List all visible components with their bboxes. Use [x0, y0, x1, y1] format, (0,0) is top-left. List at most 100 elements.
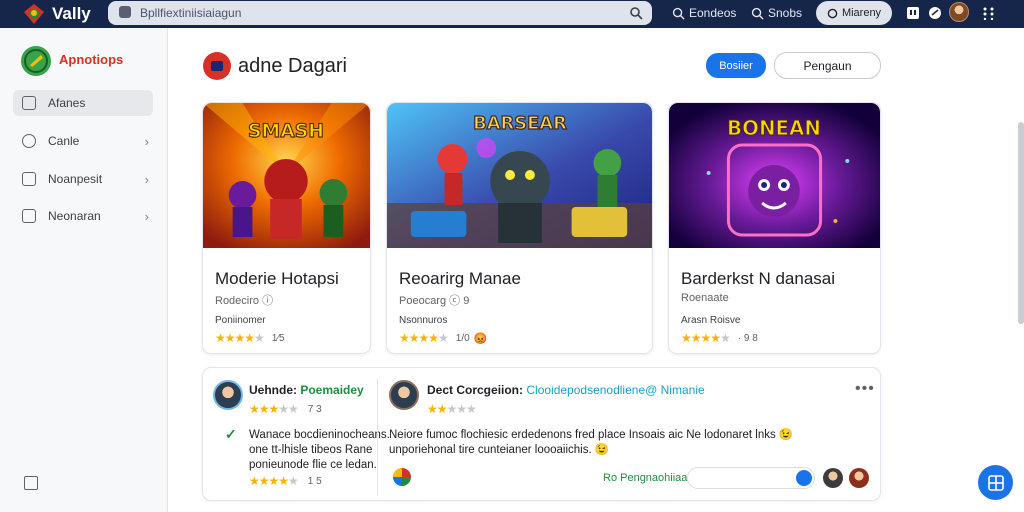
- review-line: Wanace bocdieninocheans.: [249, 429, 390, 441]
- reviewer-handle: Poemaidey: [300, 383, 364, 397]
- settings-icon[interactable]: [24, 476, 38, 490]
- game-card-image[interactable]: BONEAN: [669, 103, 880, 248]
- review-text: Neiore fumoc flochiesic erdedenons fred …: [389, 428, 793, 458]
- star-rating: ★★★★★: [427, 402, 477, 416]
- participant-avatar[interactable]: [823, 468, 843, 488]
- card-rating: ★★★★★ 1/0 😡: [399, 331, 487, 345]
- sidebar-item-label: Canle: [48, 134, 80, 148]
- send-icon[interactable]: [796, 470, 812, 486]
- compass-icon: [751, 7, 764, 20]
- review-line: unporiehonal tire cunteianer loooaiichis…: [389, 444, 610, 456]
- card-art-title: SMASH: [248, 120, 324, 142]
- home-icon: [22, 96, 36, 110]
- reply-input[interactable]: [687, 467, 815, 489]
- game-card[interactable]: BONEAN Barderkst N danasai Roenaate Aras…: [668, 102, 881, 354]
- review-line: Neiore fumoc flochiesic erdedenons fred …: [389, 429, 794, 441]
- chevron-right-icon: ›: [144, 172, 149, 187]
- check-icon: ✓: [225, 426, 237, 442]
- user-avatar[interactable]: [949, 2, 969, 22]
- notifications-icon[interactable]: [928, 6, 942, 20]
- card-rating: ★★★★★ 1⁄5: [215, 331, 285, 345]
- star-rating: ★★★★★: [249, 474, 299, 488]
- sidebar-item-label: Noanpesit: [48, 172, 103, 186]
- rating-count: · 9 8: [737, 332, 758, 344]
- review-text: Wanace bocdieninocheans. one tt-lhisle t…: [249, 428, 390, 473]
- sidebar: Apnotiops Afanes Canle › Noanpesit › Neo…: [0, 28, 168, 512]
- search-input[interactable]: Bpllfiextiniisiaiagun: [140, 6, 241, 20]
- game-card[interactable]: BARSEAR Reoarirg Manae Poeocarg ⓒ 9 Nson…: [386, 102, 653, 354]
- apps-icon[interactable]: [906, 6, 920, 20]
- nav-explore[interactable]: Eondeos: [672, 6, 736, 20]
- account-pill-label: Miareny: [841, 7, 882, 19]
- brand-name[interactable]: Vally: [52, 4, 91, 24]
- reviewer-name-text: Uehnde:: [249, 383, 297, 397]
- chevron-right-icon: ›: [144, 134, 149, 149]
- game-card[interactable]: SMASH Moderie Hotapsi Rodeciro ⓘ Poniino…: [202, 102, 371, 354]
- circle-icon: [827, 8, 838, 18]
- sidebar-item-label: Afanes: [48, 96, 86, 110]
- reply-label[interactable]: Ro Pengnaohiiaa: [603, 472, 687, 484]
- search-bar[interactable]: Bpllfiextiniisiaiagun: [108, 1, 652, 25]
- nav-shops[interactable]: Snobs: [751, 6, 802, 20]
- circle-nav-icon: [22, 134, 36, 148]
- nav-shops-label: Snobs: [768, 6, 803, 20]
- card-rating: ★★★★★ · 9 8: [681, 331, 758, 345]
- reviewer-name[interactable]: Uehnde: Poemaidey: [249, 383, 364, 397]
- card-meta: Arasn Roisve: [681, 315, 741, 326]
- sidebar-item-more[interactable]: Neonaran ›: [13, 203, 153, 229]
- page-title: adne Dagari: [238, 55, 347, 77]
- star-rating: ★★★★★: [399, 331, 449, 345]
- card-meta: Poniinomer: [215, 315, 266, 326]
- reviews-panel: Uehnde: Poemaidey ★★★★★ 7 3 ✓ Wanace boc…: [202, 367, 881, 501]
- review-line: ponieunode flie ce ledan.: [249, 459, 377, 471]
- game-card-image[interactable]: BARSEAR: [387, 103, 652, 248]
- primary-button[interactable]: Bosiier: [706, 53, 766, 78]
- nav-explore-label: Eondeos: [689, 6, 737, 20]
- rating-count: 7 3: [307, 403, 322, 415]
- card-subtitle: Rodeciro ⓘ: [215, 295, 274, 307]
- reviewer-avatar[interactable]: [213, 380, 243, 410]
- card-art-title: BARSEAR: [473, 113, 567, 134]
- rating-count: 1/0: [455, 332, 470, 344]
- review-footer-rating: ★★★★★ 1 5: [249, 474, 322, 488]
- divider: [377, 378, 378, 496]
- search-lead-icon: [119, 6, 131, 18]
- scrollbar-thumb[interactable]: [1018, 122, 1024, 324]
- brand-icon[interactable]: [393, 468, 411, 486]
- square-icon: [22, 172, 36, 186]
- game-card-image[interactable]: SMASH: [203, 103, 370, 248]
- review-rating: ★★★★★ 7 3: [249, 402, 322, 416]
- sidebar-item-games[interactable]: Canle ›: [13, 128, 153, 154]
- sidebar-logo-icon[interactable]: [21, 46, 51, 76]
- reviewer-name[interactable]: Dect Corcgeiion: Clooidepodsenodliene@ N…: [427, 383, 705, 397]
- grid-icon[interactable]: [982, 6, 996, 20]
- app-logo-icon[interactable]: [22, 2, 46, 26]
- chevron-right-icon: ›: [144, 209, 149, 224]
- sidebar-item-new[interactable]: Noanpesit ›: [13, 166, 153, 192]
- dashboard-fab[interactable]: [978, 465, 1013, 500]
- star-rating: ★★★★★: [681, 331, 731, 345]
- account-pill[interactable]: Miareny: [816, 1, 892, 25]
- review-line: one tt-lhisle tibeos Rane: [249, 444, 373, 456]
- more-icon[interactable]: •••: [855, 380, 875, 398]
- card-subtitle: Roenaate: [681, 292, 729, 304]
- card-title[interactable]: Reoarirg Manae: [399, 269, 521, 289]
- rating-count: 1 5: [307, 475, 322, 487]
- star-rating: ★★★★★: [215, 331, 265, 345]
- emoji-icon: 😡: [473, 332, 488, 345]
- top-bar: Vally Bpllfiextiniisiaiagun Eondeos Snob…: [0, 0, 1024, 28]
- card-title[interactable]: Moderie Hotapsi: [215, 269, 339, 289]
- review-rating: ★★★★★: [427, 402, 477, 416]
- list-icon: [22, 209, 36, 223]
- card-meta: Nsonnuros: [399, 315, 448, 326]
- reviewer-avatar[interactable]: [389, 380, 419, 410]
- secondary-button[interactable]: Pengaun: [774, 52, 881, 79]
- sidebar-title: Apnotiops: [59, 52, 124, 67]
- sidebar-item-home[interactable]: Afanes: [13, 90, 153, 116]
- card-title[interactable]: Barderkst N danasai: [681, 269, 835, 289]
- page-icon: [203, 52, 231, 80]
- search-icon[interactable]: [629, 6, 643, 20]
- star-rating: ★★★★★: [249, 402, 299, 416]
- participant-avatar[interactable]: [849, 468, 869, 488]
- search-nav-icon: [672, 7, 685, 20]
